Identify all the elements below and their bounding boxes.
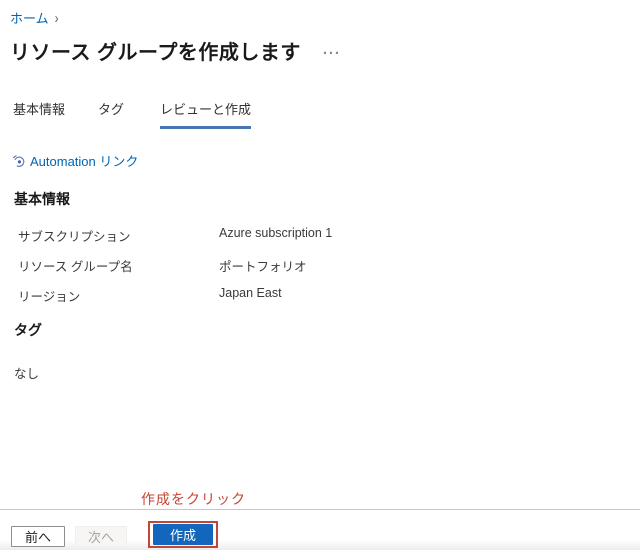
more-options-icon[interactable]: ··· (323, 40, 341, 61)
create-resource-group-page: ホーム › リソース グループを作成します ··· 基本情報 タグ レビューと作… (0, 0, 640, 382)
field-row-region: リージョン Japan East (10, 286, 630, 305)
annotation-click-create: 作成をクリック (141, 491, 246, 507)
resource-group-name-value: ポートフォリオ (219, 260, 307, 274)
field-row-resource-group-name: リソース グループ名 ポートフォリオ (10, 256, 630, 275)
tab-basics[interactable]: 基本情報 (13, 99, 65, 129)
annotation-highlight-box: 作成 (148, 521, 218, 548)
field-row-subscription: サブスクリプション Azure subscription 1 (10, 226, 630, 245)
page-title: リソース グループを作成します (10, 42, 301, 64)
footer-action-bar: 前へ 次へ 作成 (0, 510, 640, 550)
subscription-label: サブスクリプション (18, 230, 131, 244)
breadcrumb-home-link[interactable]: ホーム (10, 8, 49, 27)
automation-link-label: Automation リンク (30, 154, 139, 169)
automation-icon (12, 154, 26, 168)
basics-section-heading: 基本情報 (14, 191, 70, 207)
tags-empty-value: なし (14, 367, 40, 381)
tab-tags[interactable]: タグ (98, 99, 124, 129)
tab-review-and-create[interactable]: レビューと作成 (160, 99, 252, 129)
tags-section-heading: タグ (14, 322, 42, 338)
next-button[interactable]: 次へ (75, 526, 127, 547)
region-value: Japan East (219, 286, 282, 300)
tab-bar: 基本情報 タグ レビューと作成 (10, 99, 630, 129)
region-label: リージョン (18, 290, 81, 304)
create-button[interactable]: 作成 (153, 524, 213, 545)
automation-template-link[interactable]: Automation リンク (12, 151, 630, 170)
previous-button[interactable]: 前へ (11, 526, 65, 547)
resource-group-name-label: リソース グループ名 (18, 260, 133, 274)
breadcrumb-chevron-icon: › (54, 9, 59, 26)
breadcrumb: ホーム › (10, 8, 630, 27)
subscription-value: Azure subscription 1 (219, 226, 333, 240)
basics-summary-fields: サブスクリプション Azure subscription 1 リソース グループ… (10, 226, 630, 305)
